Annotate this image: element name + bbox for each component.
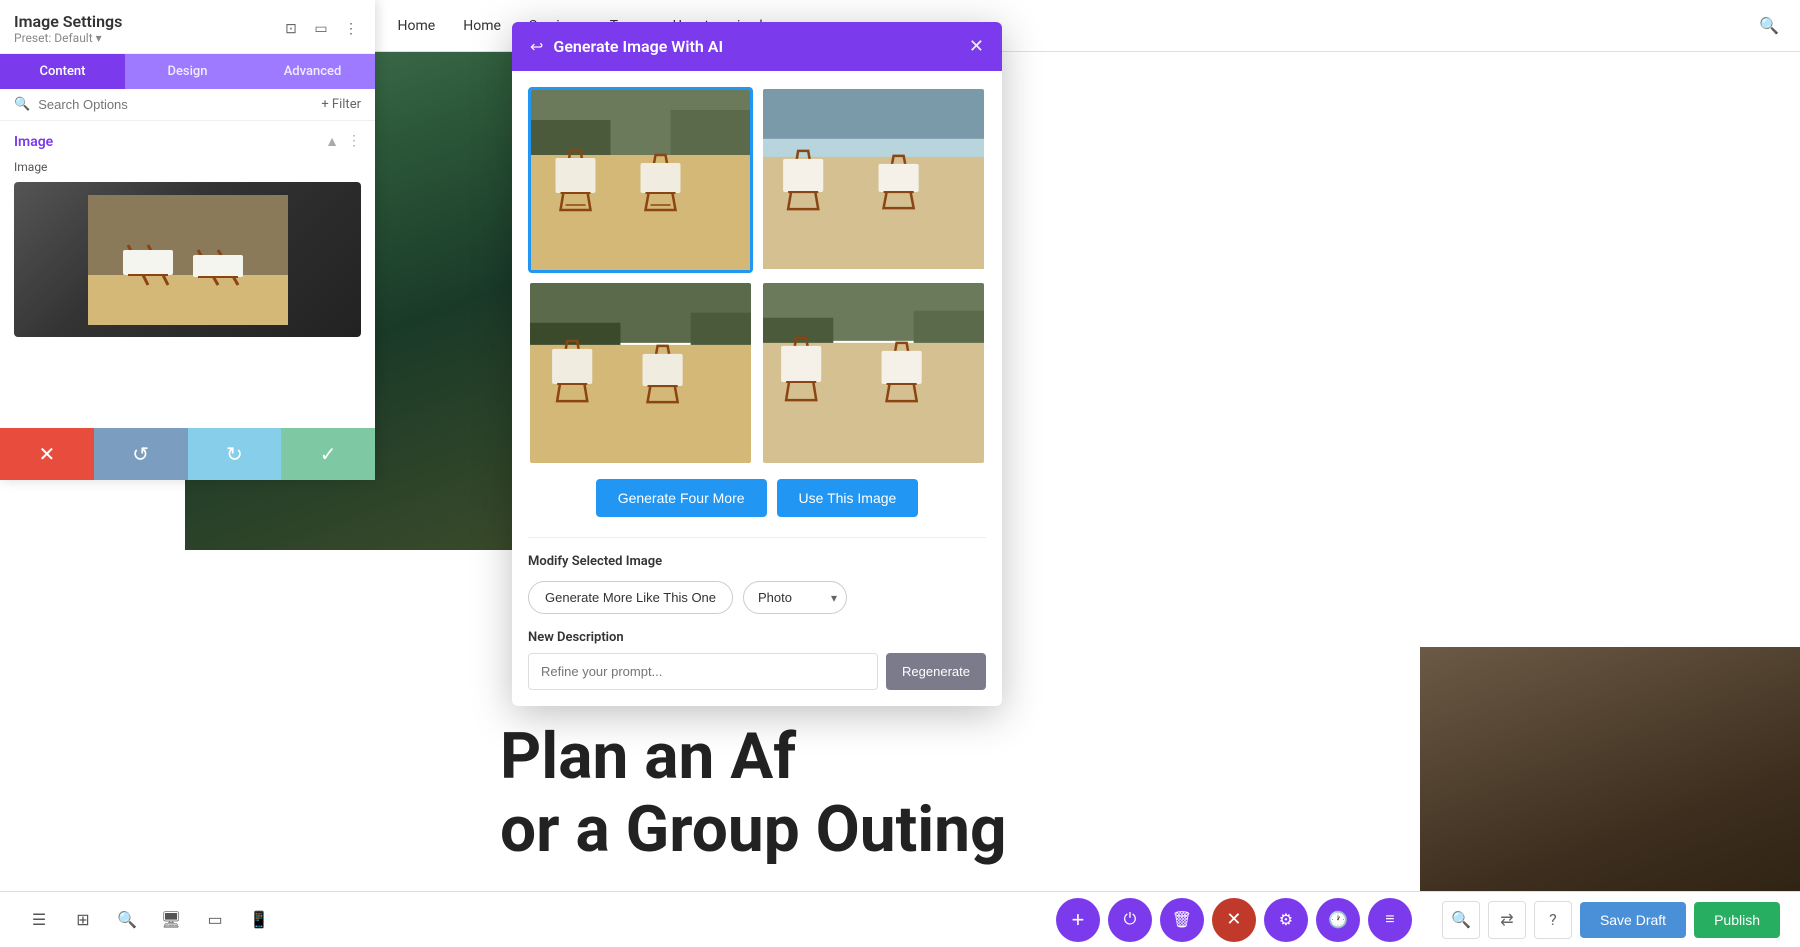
toolbar-power-button[interactable]: ⏻ — [1108, 898, 1152, 942]
tab-design[interactable]: Design — [125, 54, 250, 89]
toolbar-right-icons: 🔍 ⇄ ? Save Draft Publish — [1442, 901, 1780, 939]
toolbar-mobile-icon[interactable]: 📱 — [240, 901, 278, 939]
panel-resize-icon[interactable]: ⊡ — [281, 19, 301, 39]
toolbar-search-icon[interactable]: 🔍 — [108, 901, 146, 939]
panel-redo-button[interactable]: ↻ — [188, 428, 282, 480]
tab-content[interactable]: Content — [0, 54, 125, 89]
ai-dialog-close-button[interactable]: ✕ — [969, 36, 984, 57]
image-preview-svg — [88, 195, 288, 325]
prompt-row: Regenerate — [528, 653, 986, 690]
panel-section-title: Image — [14, 134, 53, 150]
page-bottom-title: Plan an Af or a Group Outing — [500, 720, 1007, 867]
tab-advanced[interactable]: Advanced — [250, 54, 375, 89]
nav-search-button[interactable]: 🔍 — [1758, 15, 1780, 37]
ai-dialog-title-area: ↩ Generate Image With AI — [530, 37, 723, 56]
panel-tabs: Content Design Advanced — [0, 54, 375, 89]
prompt-input[interactable] — [528, 653, 878, 690]
grid-image-scene-4 — [763, 283, 984, 463]
new-description-label: New Description — [528, 630, 986, 645]
panel-section-header: Image ▲ ⋮ — [14, 133, 361, 150]
panel-expand-icon[interactable]: ▭ — [311, 19, 331, 39]
panel-preset[interactable]: Preset: Default ▾ — [14, 31, 122, 45]
modify-section: Modify Selected Image Generate More Like… — [528, 537, 986, 690]
grid-image-scene-3 — [530, 283, 751, 463]
save-draft-button[interactable]: Save Draft — [1580, 902, 1686, 938]
filter-button[interactable]: + Filter — [321, 97, 361, 112]
grid-image-1[interactable] — [528, 87, 753, 273]
panel-confirm-button[interactable]: ✓ — [281, 428, 375, 480]
toolbar-left-icons: ☰ ⊞ 🔍 🖥 ▭ 📱 — [20, 901, 278, 939]
image-grid — [528, 87, 986, 465]
panel-section-image: Image ▲ ⋮ Image — [0, 121, 375, 428]
search-icon: 🔍 — [14, 97, 30, 112]
toolbar-desktop-icon[interactable]: 🖥 — [152, 901, 190, 939]
toolbar-history-button[interactable]: 🕐 — [1316, 898, 1360, 942]
use-image-button[interactable]: Use This Image — [777, 479, 919, 517]
publish-button[interactable]: Publish — [1694, 902, 1780, 938]
modify-label: Modify Selected Image — [528, 554, 986, 569]
toolbar-layout-button[interactable]: ≡ — [1368, 898, 1412, 942]
panel-title: Image Settings — [14, 12, 122, 31]
grid-image-scene-2 — [763, 89, 984, 269]
section-icons: ▲ ⋮ — [325, 133, 361, 150]
image-field-label: Image — [14, 160, 361, 174]
toolbar-grid-icon[interactable]: ⊞ — [64, 901, 102, 939]
section-collapse-icon[interactable]: ▲ — [325, 133, 339, 150]
image-settings-panel: Image Settings Preset: Default ▾ ⊡ ▭ ⋮ C… — [0, 0, 375, 480]
toolbar-help-icon[interactable]: ? — [1534, 901, 1572, 939]
generate-like-button[interactable]: Generate More Like This One — [528, 581, 733, 614]
toolbar-tablet-icon[interactable]: ▭ — [196, 901, 234, 939]
style-select[interactable]: Photo Illustration Painting Sketch — [743, 581, 847, 614]
regenerate-button[interactable]: Regenerate — [886, 653, 986, 690]
nav-item-home2[interactable]: Home — [398, 18, 436, 34]
panel-more-icon[interactable]: ⋮ — [341, 19, 361, 39]
generate-four-more-button[interactable]: Generate Four More — [596, 479, 767, 517]
grid-image-2[interactable] — [761, 87, 986, 273]
toolbar-transfer-icon[interactable]: ⇄ — [1488, 901, 1526, 939]
toolbar-settings-button[interactable]: ⚙ — [1264, 898, 1308, 942]
ai-back-icon[interactable]: ↩ — [530, 37, 543, 56]
cancel-icon: ✕ — [38, 442, 55, 467]
panel-header-icons: ⊡ ▭ ⋮ — [281, 19, 361, 39]
redo-icon: ↻ — [226, 442, 243, 467]
panel-undo-button[interactable]: ↺ — [94, 428, 188, 480]
grid-image-4[interactable] — [761, 281, 986, 465]
ai-dialog-title: Generate Image With AI — [553, 37, 723, 56]
undo-icon: ↺ — [132, 442, 149, 467]
toolbar-delete-button[interactable]: 🗑 — [1160, 898, 1204, 942]
ai-dialog-body: Generate Four More Use This Image Modify… — [512, 71, 1002, 706]
confirm-icon: ✓ — [320, 442, 337, 467]
panel-actions: ✕ ↺ ↻ ✓ — [0, 428, 375, 480]
style-select-wrapper: Photo Illustration Painting Sketch — [743, 581, 847, 614]
toolbar-search-right-icon[interactable]: 🔍 — [1442, 901, 1480, 939]
image-preview[interactable] — [14, 182, 361, 337]
panel-search-area: 🔍 + Filter — [0, 89, 375, 121]
toolbar-close-button[interactable]: ✕ — [1212, 898, 1256, 942]
toolbar-menu-icon[interactable]: ☰ — [20, 901, 58, 939]
panel-header: Image Settings Preset: Default ▾ ⊡ ▭ ⋮ — [0, 0, 375, 54]
panel-title-area: Image Settings Preset: Default ▾ — [14, 12, 122, 45]
ai-action-row: Generate Four More Use This Image — [528, 479, 986, 517]
grid-image-scene-1 — [531, 90, 750, 270]
ai-generate-dialog: ↩ Generate Image With AI ✕ — [512, 22, 1002, 706]
section-dots-icon[interactable]: ⋮ — [347, 133, 361, 150]
bottom-toolbar: ☰ ⊞ 🔍 🖥 ▭ 📱 + ⏻ 🗑 ✕ ⚙ 🕐 ≡ 🔍 ⇄ ? Save Dra… — [0, 891, 1800, 947]
search-options-input[interactable] — [38, 97, 313, 112]
grid-image-3[interactable] — [528, 281, 753, 465]
toolbar-add-button[interactable]: + — [1056, 898, 1100, 942]
nav-item-home3[interactable]: Home — [463, 18, 501, 34]
modify-options-row: Generate More Like This One Photo Illust… — [528, 581, 986, 614]
toolbar-purple-buttons: + ⏻ 🗑 ✕ ⚙ 🕐 ≡ — [1056, 898, 1412, 942]
ai-dialog-header: ↩ Generate Image With AI ✕ — [512, 22, 1002, 71]
panel-cancel-button[interactable]: ✕ — [0, 428, 94, 480]
